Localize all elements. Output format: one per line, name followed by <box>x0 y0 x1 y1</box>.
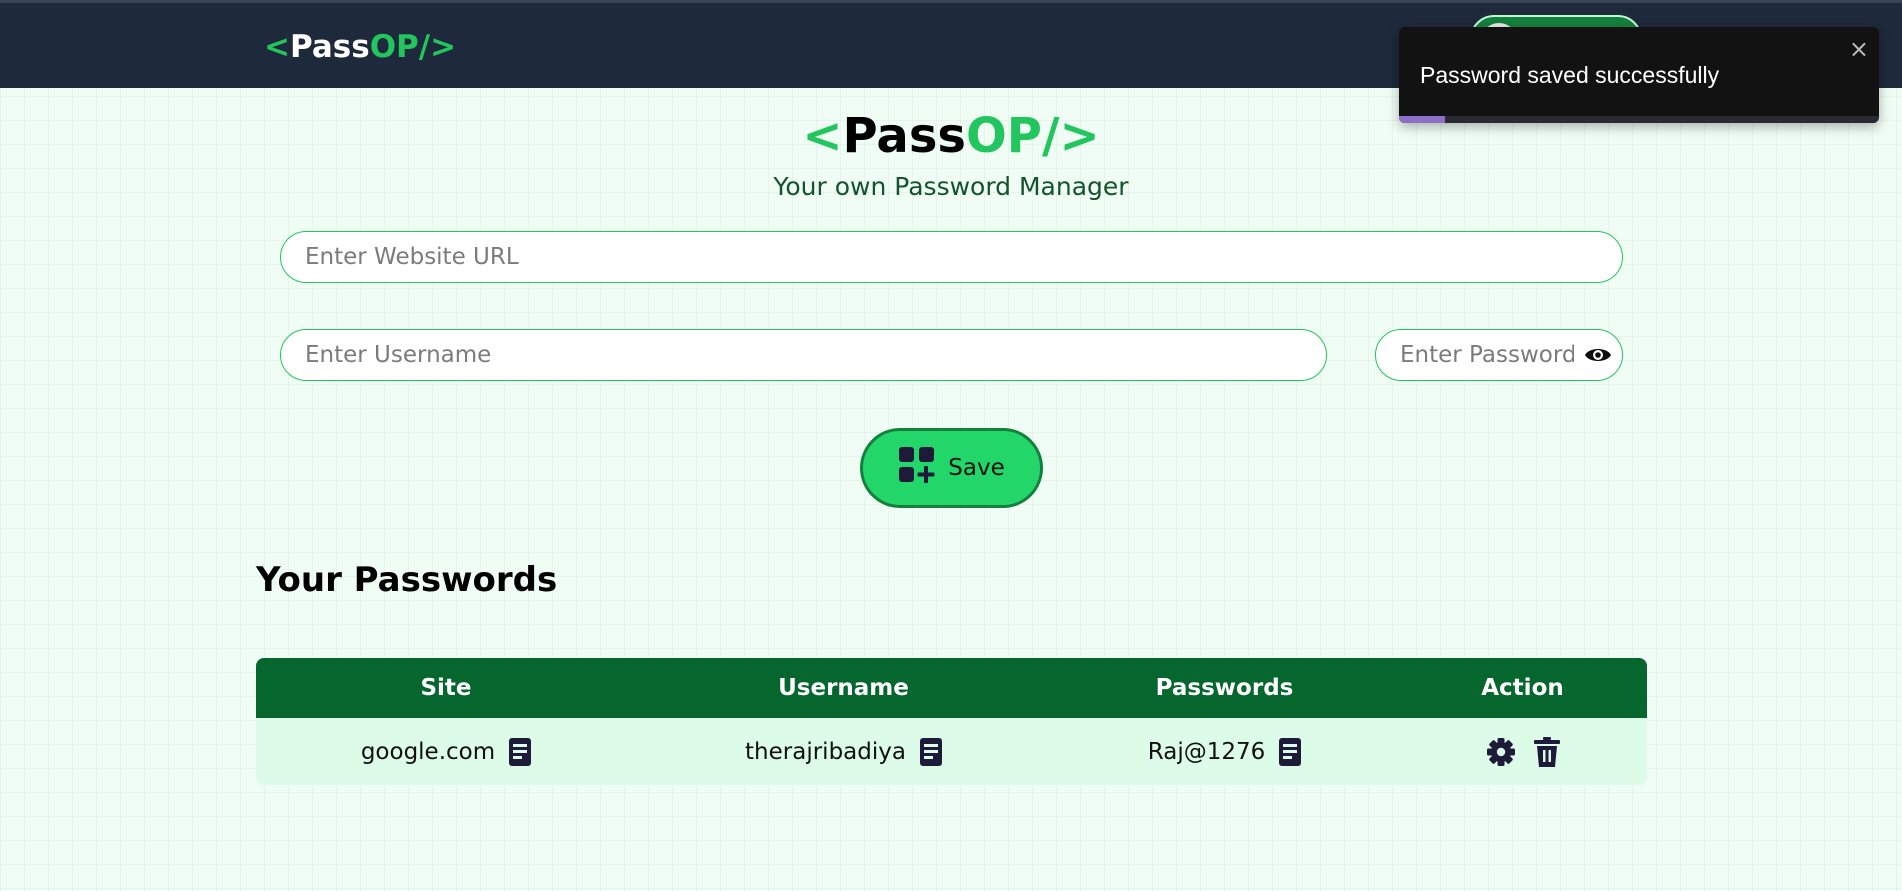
username-input[interactable] <box>280 329 1327 381</box>
toast-message: Password saved successfully <box>1420 62 1720 88</box>
site-value[interactable]: google.com <box>361 739 495 765</box>
tagline: Your own Password Manager <box>773 172 1129 201</box>
hero-logo-op: OP/ <box>965 108 1060 164</box>
gear-icon[interactable] <box>1486 737 1516 767</box>
table-row: google.com therajribadiya Raj@1276 <box>256 718 1647 785</box>
logo-pass: Pass <box>289 29 370 65</box>
toast-progress-bar <box>1399 116 1445 123</box>
toast-progress-track <box>1399 116 1879 123</box>
hero-logo-pass: Pass <box>842 108 966 164</box>
cell-action <box>1398 736 1647 767</box>
cell-username: therajribadiya <box>636 737 1051 766</box>
hero-logo-lt: < <box>802 108 843 164</box>
close-icon[interactable]: × <box>1849 35 1869 63</box>
header-passwords: Passwords <box>1155 675 1294 701</box>
header-site: Site <box>420 675 472 701</box>
add-grid-icon <box>898 446 936 490</box>
copy-clipboard-icon[interactable] <box>509 737 532 766</box>
save-button-label: Save <box>948 455 1005 481</box>
cell-site: google.com <box>256 737 636 766</box>
password-value[interactable]: Raj@1276 <box>1148 739 1266 765</box>
password-field <box>1375 329 1623 381</box>
section-title: Your Passwords <box>256 560 558 600</box>
copy-clipboard-icon[interactable] <box>919 737 942 766</box>
trash-icon[interactable] <box>1533 736 1560 767</box>
hero-logo-gt: > <box>1059 108 1100 164</box>
website-url-input[interactable] <box>280 231 1623 283</box>
logo-op: OP/ <box>369 29 431 65</box>
logo-lt: < <box>264 29 290 65</box>
passwords-table: Site Username Passwords Action google.co… <box>256 658 1647 785</box>
username-value[interactable]: therajribadiya <box>745 739 906 765</box>
header-username: Username <box>778 675 909 701</box>
copy-clipboard-icon[interactable] <box>1279 737 1302 766</box>
toast-notification: Password saved successfully × <box>1399 27 1879 123</box>
eye-icon[interactable] <box>1583 342 1613 368</box>
header-action: Action <box>1481 675 1564 701</box>
cell-password: Raj@1276 <box>1051 737 1398 766</box>
save-button[interactable]: Save <box>860 428 1043 508</box>
table-header: Site Username Passwords Action <box>256 658 1647 718</box>
nav-logo[interactable]: <PassOP/> <box>264 29 456 65</box>
logo-gt: > <box>430 29 457 65</box>
